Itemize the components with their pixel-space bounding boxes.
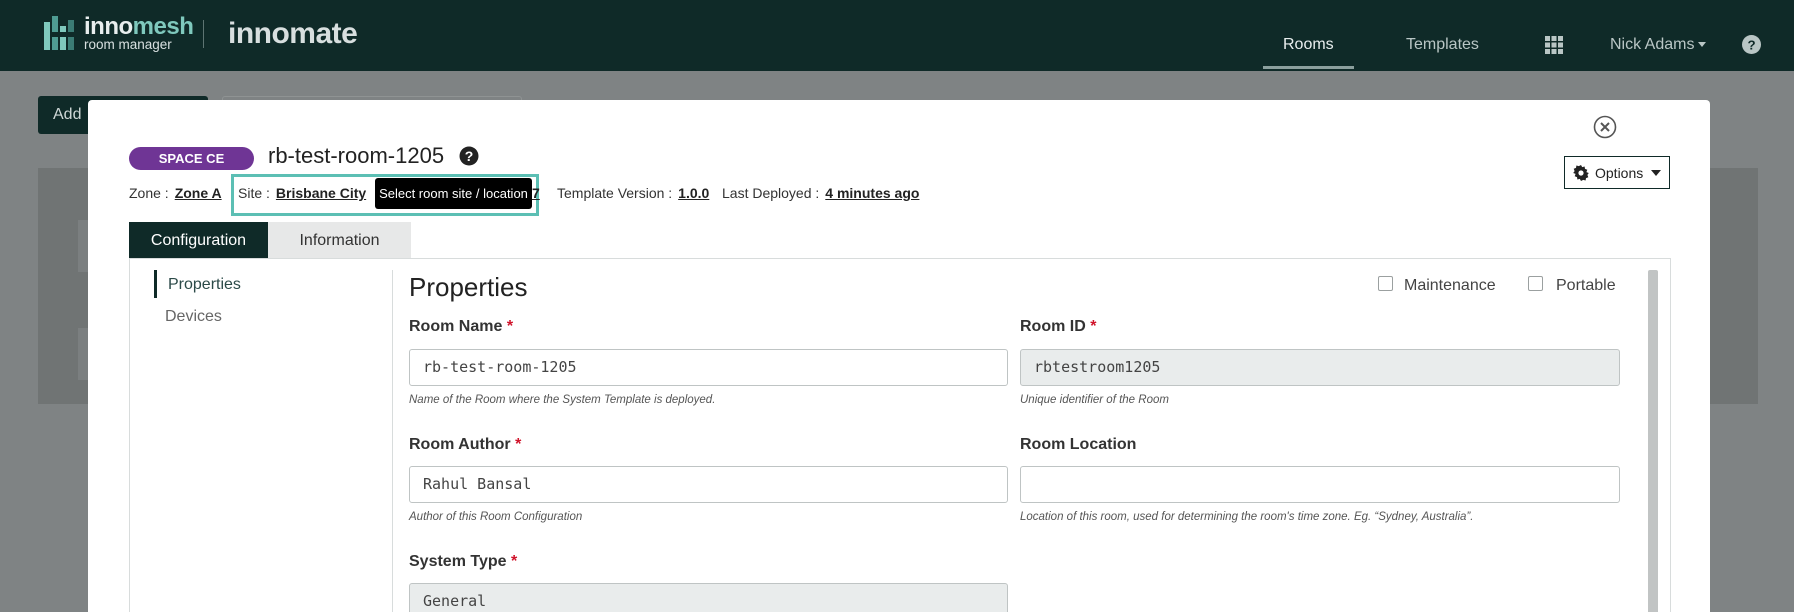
site-tooltip: Select room site / location xyxy=(375,178,532,209)
room-location-input[interactable] xyxy=(1020,466,1620,503)
room-location-help: Location of this room, used for determin… xyxy=(1020,511,1474,523)
room-author-input[interactable]: Rahul Bansal xyxy=(409,466,1008,503)
required-marker: * xyxy=(515,436,522,453)
options-button[interactable]: Options xyxy=(1564,156,1670,189)
grid-icon[interactable] xyxy=(1545,36,1563,54)
room-name-label: Room Name * xyxy=(409,318,514,335)
last-deployed-link[interactable]: 4 minutes ago xyxy=(825,185,919,201)
room-name-help: Name of the Room where the System Templa… xyxy=(409,394,716,406)
product-name: innomate xyxy=(228,17,358,50)
maintenance-checkbox[interactable] xyxy=(1378,276,1393,291)
svg-text:?: ? xyxy=(465,148,474,164)
top-navbar: innomesh room manager innomate Rooms Tem… xyxy=(0,0,1794,71)
question-circle-icon[interactable]: ? xyxy=(459,146,479,166)
caret-down-icon xyxy=(1651,169,1662,176)
sidebar-item-devices[interactable]: Devices xyxy=(165,308,222,326)
user-name: Nick Adams xyxy=(1610,36,1695,53)
brand-subtitle: room manager xyxy=(84,37,172,52)
brand-divider xyxy=(203,20,204,48)
sidebar-item-properties[interactable]: Properties xyxy=(168,276,241,294)
nav-templates[interactable]: Templates xyxy=(1406,36,1479,54)
site-label: Site : xyxy=(238,185,270,201)
room-location-label: Room Location xyxy=(1020,436,1137,453)
configuration-panel xyxy=(129,258,1671,612)
room-id-help: Unique identifier of the Room xyxy=(1020,394,1169,406)
svg-text:?: ? xyxy=(1747,37,1755,52)
required-marker: * xyxy=(1090,318,1097,335)
space-badge: SPACE CE xyxy=(129,147,254,170)
room-id-input: rbtestroom1205 xyxy=(1020,349,1620,386)
chevron-down-icon xyxy=(1698,42,1707,48)
last-deployed-label: Last Deployed : xyxy=(722,185,820,201)
question-circle-icon[interactable]: ? xyxy=(1742,35,1761,54)
tab-information[interactable]: Information xyxy=(268,222,411,259)
zone-link[interactable]: Zone A xyxy=(175,185,222,201)
site-link[interactable]: Brisbane City xyxy=(276,185,366,201)
template-version-label: Template Version : xyxy=(557,185,673,201)
maintenance-label: Maintenance xyxy=(1404,277,1496,294)
room-author-label: Room Author * xyxy=(409,436,522,453)
room-title: rb-test-room-1205 xyxy=(268,143,445,168)
required-marker: * xyxy=(506,318,514,335)
portable-checkbox[interactable] xyxy=(1528,276,1543,291)
required-marker: * xyxy=(510,553,518,570)
nav-rooms[interactable]: Rooms xyxy=(1283,36,1334,54)
template-version-link[interactable]: 1.0.0 xyxy=(678,185,709,201)
tab-configuration[interactable]: Configuration xyxy=(129,222,268,259)
system-type-label: System Type * xyxy=(409,553,518,570)
portable-label: Portable xyxy=(1556,277,1616,294)
brand-name: innomesh xyxy=(84,13,194,40)
close-icon[interactable] xyxy=(1593,115,1617,139)
system-type-select[interactable]: General xyxy=(409,583,1008,612)
room-author-help: Author of this Room Configuration xyxy=(409,511,583,523)
innomesh-logo[interactable]: innomesh room manager xyxy=(44,13,194,52)
site-link-trail: 7 xyxy=(532,185,540,201)
zone-label: Zone : xyxy=(129,185,169,201)
last-deployed-meta: Last Deployed : 4 minutes ago xyxy=(722,185,919,201)
user-menu[interactable]: Nick Adams xyxy=(1610,36,1707,54)
sidebar-divider xyxy=(392,270,393,612)
template-version-meta: Template Version : 1.0.0 xyxy=(557,185,709,201)
options-label: Options xyxy=(1595,164,1644,181)
zone-meta: Zone : Zone A xyxy=(129,185,222,201)
room-name-input[interactable]: rb-test-room-1205 xyxy=(409,349,1008,386)
scrollbar[interactable] xyxy=(1648,270,1658,612)
logo-mark-icon xyxy=(44,16,74,51)
nav-active-indicator xyxy=(1263,66,1354,69)
active-indicator xyxy=(154,270,157,298)
section-title: Properties xyxy=(409,272,528,302)
gear-icon xyxy=(1573,164,1589,181)
site-meta: Site : Brisbane City xyxy=(238,185,366,201)
room-id-label: Room ID * xyxy=(1020,318,1097,335)
